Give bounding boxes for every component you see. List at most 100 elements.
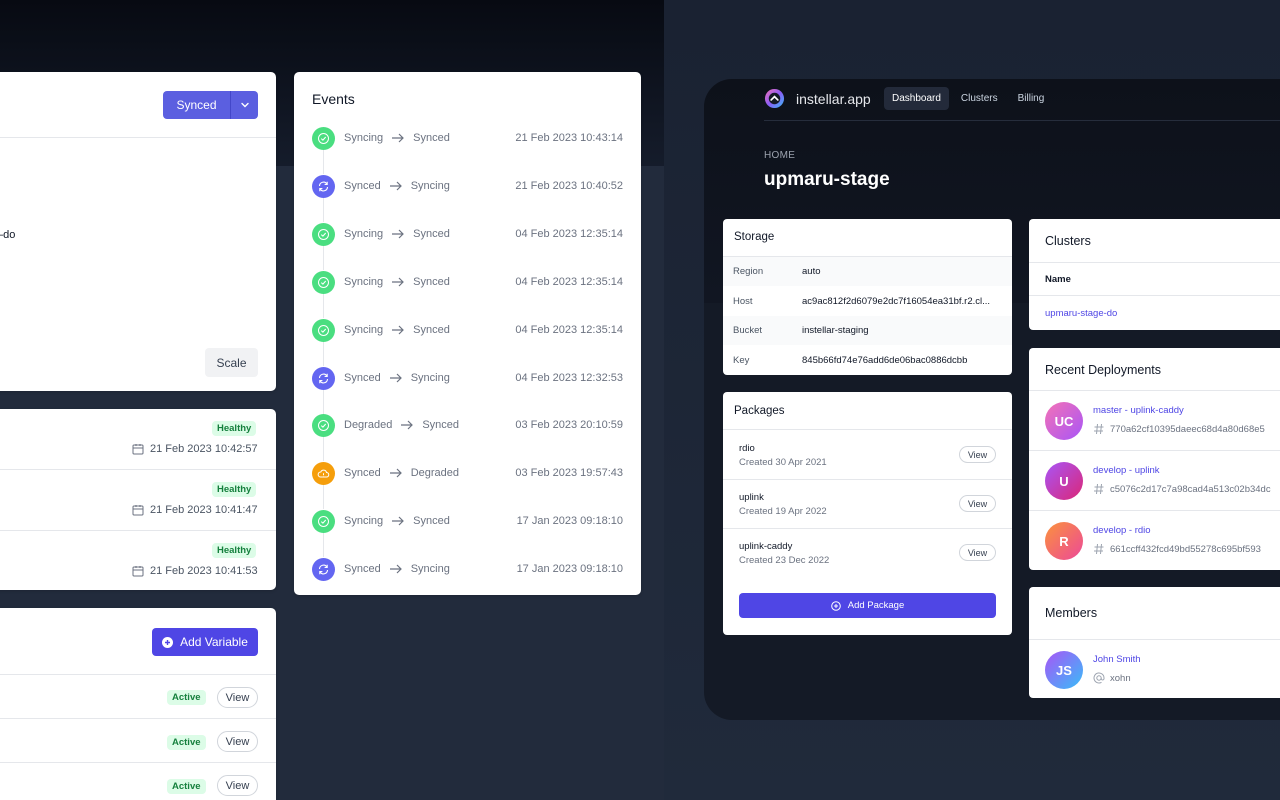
status-button[interactable]: Synced bbox=[163, 91, 230, 119]
avatar: R bbox=[1045, 522, 1083, 560]
event-time: 04 Feb 2023 12:35:14 bbox=[515, 324, 623, 336]
storage-row-region: Region auto bbox=[723, 257, 1012, 286]
member-name[interactable]: John Smith bbox=[1093, 654, 1141, 665]
deployment-hash: 661ccff432fcd49bd55278c695bf593 bbox=[1093, 543, 1261, 555]
event-item: Synced Syncing 21 Feb 2023 10:40:52 bbox=[312, 174, 623, 198]
breadcrumb[interactable]: HOME bbox=[764, 150, 795, 161]
status-badge: Active bbox=[167, 735, 206, 750]
event-from: Syncing bbox=[344, 228, 384, 240]
view-button[interactable]: View bbox=[959, 544, 996, 561]
storage-key: Host bbox=[733, 296, 753, 307]
row-divider bbox=[1029, 510, 1280, 511]
view-button[interactable]: View bbox=[959, 495, 996, 512]
card-divider bbox=[0, 674, 276, 675]
sync-icon bbox=[312, 174, 335, 198]
event-to: Synced bbox=[413, 515, 450, 527]
timestamp: 21 Feb 2023 10:41:53 bbox=[132, 565, 258, 577]
event-time: 03 Feb 2023 19:57:43 bbox=[515, 467, 623, 479]
list-item[interactable]: Healthy 21 Feb 2023 10:41:53 bbox=[0, 531, 276, 590]
add-variable-button[interactable]: Add Variable bbox=[152, 628, 258, 656]
at-icon bbox=[1093, 672, 1105, 684]
event-item: Synced Degraded 03 Feb 2023 19:57:43 bbox=[312, 461, 623, 485]
event-time: 21 Feb 2023 10:40:52 bbox=[515, 180, 623, 192]
package-name: rdio bbox=[739, 443, 755, 454]
storage-value: 845b66fd74e76add6de06bac0886dcbb bbox=[802, 355, 968, 366]
member-handle: xohn bbox=[1093, 672, 1131, 684]
sync-icon bbox=[312, 366, 335, 390]
event-from: Degraded bbox=[344, 419, 393, 431]
clusters-column-header: Name bbox=[1045, 274, 1071, 285]
check-icon bbox=[312, 318, 335, 342]
event-item: Syncing Synced 21 Feb 2023 10:43:14 bbox=[312, 126, 623, 150]
variables-card: Add Variable Active View Active View Act… bbox=[0, 608, 276, 800]
check-icon bbox=[312, 126, 335, 150]
add-package-label: Add Package bbox=[847, 600, 905, 611]
event-time: 03 Feb 2023 20:10:59 bbox=[515, 419, 623, 431]
timeline-connector bbox=[323, 390, 324, 414]
timeline-connector bbox=[323, 533, 324, 557]
add-package-button[interactable]: Add Package bbox=[739, 593, 996, 618]
deployment-link[interactable]: master - uplink-caddy bbox=[1093, 405, 1184, 416]
view-button[interactable]: View bbox=[217, 687, 258, 708]
hash-icon bbox=[1093, 423, 1105, 435]
view-button[interactable]: View bbox=[217, 775, 258, 796]
event-item: Synced Syncing 17 Jan 2023 09:18:10 bbox=[312, 557, 623, 581]
instellar-logo-icon bbox=[764, 88, 785, 109]
nav-billing[interactable]: Billing bbox=[1010, 87, 1053, 110]
event-from: Syncing bbox=[344, 324, 384, 336]
members-panel: Members JS John Smith xohn bbox=[1029, 587, 1280, 698]
hash-text: 770a62cf10395daeec68d4a80d68e5 bbox=[1110, 423, 1265, 435]
event-item: Syncing Synced 04 Feb 2023 12:35:14 bbox=[312, 318, 623, 342]
header-divider bbox=[1029, 295, 1280, 296]
event-item: Synced Syncing 04 Feb 2023 12:32:53 bbox=[312, 366, 623, 390]
storage-panel: Storage Region auto Host ac9ac812f2d6079e2… bbox=[723, 219, 1012, 375]
deployment-link[interactable]: develop - rdio bbox=[1093, 525, 1151, 536]
cluster-link[interactable]: upmaru-stage-do bbox=[1045, 308, 1117, 319]
event-item: Syncing Synced 04 Feb 2023 12:35:14 bbox=[312, 270, 623, 294]
timestamp-text: 21 Feb 2023 10:41:53 bbox=[150, 565, 258, 577]
storage-key: Key bbox=[733, 355, 750, 366]
row-divider bbox=[0, 718, 276, 719]
avatar: UC bbox=[1045, 402, 1083, 440]
list-item[interactable]: Healthy 21 Feb 2023 10:42:57 bbox=[0, 409, 276, 469]
members-title: Members bbox=[1045, 606, 1098, 620]
package-name: uplink-caddy bbox=[739, 541, 793, 552]
event-time: 17 Jan 2023 09:18:10 bbox=[516, 515, 623, 527]
storage-key: Bucket bbox=[733, 325, 763, 336]
timeline-connector bbox=[323, 150, 324, 174]
view-button[interactable]: View bbox=[959, 446, 996, 463]
row-divider bbox=[0, 762, 276, 763]
brand[interactable]: instellar.app bbox=[764, 88, 871, 109]
event-from: Synced bbox=[344, 180, 381, 192]
clusters-title: Clusters bbox=[1045, 234, 1091, 248]
status-dropdown-toggle[interactable] bbox=[230, 91, 258, 119]
events-title: Events bbox=[312, 91, 355, 107]
status-badge: Healthy bbox=[212, 543, 257, 558]
package-name: uplink bbox=[739, 492, 764, 503]
event-from: Syncing bbox=[344, 132, 384, 144]
scale-button[interactable]: Scale bbox=[205, 348, 258, 377]
deployments-panel: Recent Deployments UC master - uplink-ca… bbox=[1029, 348, 1280, 570]
nav-dashboard[interactable]: Dashboard bbox=[884, 87, 949, 110]
arrow-right-icon bbox=[391, 516, 405, 526]
events-card: Events Syncing Synced 21 Feb 2023 10:43:14… bbox=[294, 72, 641, 595]
event-to: Synced bbox=[413, 228, 450, 240]
add-variable-label: Add Variable bbox=[180, 635, 248, 649]
nav-clusters[interactable]: Clusters bbox=[953, 87, 1006, 110]
deployment-link[interactable]: develop - uplink bbox=[1093, 465, 1160, 476]
card-divider bbox=[0, 137, 276, 138]
clusters-panel: Clusters Name upmaru-stage-do bbox=[1029, 219, 1280, 330]
list-item[interactable]: Healthy 21 Feb 2023 10:41:47 bbox=[0, 470, 276, 530]
arrow-right-icon bbox=[391, 133, 405, 143]
timestamp-text: 21 Feb 2023 10:42:57 bbox=[150, 443, 258, 455]
event-item: Syncing Synced 17 Jan 2023 09:18:10 bbox=[312, 509, 623, 533]
event-time: 04 Feb 2023 12:35:14 bbox=[515, 276, 623, 288]
status-split-button: Synced bbox=[163, 91, 258, 119]
sync-icon bbox=[312, 557, 335, 581]
package-created: Created 19 Apr 2022 bbox=[739, 506, 827, 517]
view-button[interactable]: View bbox=[217, 731, 258, 752]
app-window: instellar.app Dashboard Clusters Billing… bbox=[704, 79, 1280, 720]
event-to: Syncing bbox=[410, 372, 450, 384]
row-divider bbox=[1029, 450, 1280, 451]
event-item: Degraded Synced 03 Feb 2023 20:10:59 bbox=[312, 413, 623, 437]
